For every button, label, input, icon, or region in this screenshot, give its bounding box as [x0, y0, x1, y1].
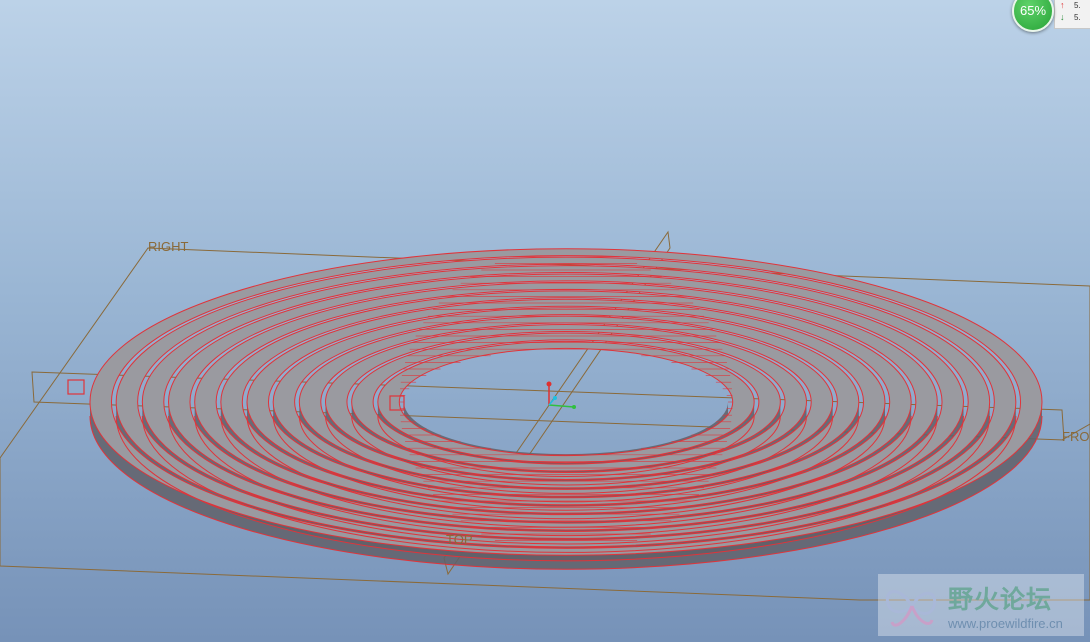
watermark-title: 野火论坛 — [948, 585, 1053, 614]
coil-start-cap — [67, 379, 85, 395]
coil-top-faces — [90, 248, 1042, 556]
arrow-down-icon: ↓ — [1060, 12, 1065, 22]
3d-viewport[interactable]: RIGHT FRO TOP ↑ ↓ 5. 5. 65% 野火论坛 www.pro… — [0, 0, 1090, 642]
forum-watermark: 野火论坛 www.proewildfire.cn — [878, 574, 1084, 636]
watermark-url: www.proewildfire.cn — [948, 616, 1063, 631]
right-plane-label: RIGHT — [148, 239, 189, 254]
arrow-up-icon: ↑ — [1060, 0, 1065, 10]
upload-rate: 5. — [1074, 1, 1081, 10]
spiral-coil-model[interactable] — [89, 248, 1043, 570]
coordinate-triad-icon — [546, 381, 576, 409]
network-speed-meter[interactable]: ↑ ↓ 5. 5. 65% — [1006, 0, 1090, 34]
memory-percent-badge[interactable]: 65% — [1012, 0, 1054, 32]
model-scene[interactable]: RIGHT FRO TOP — [0, 0, 1090, 642]
front-plane-label: FRO — [1062, 429, 1089, 444]
butterfly-logo-icon — [885, 590, 937, 627]
top-plane-label: TOP — [446, 532, 473, 547]
download-rate: 5. — [1074, 13, 1081, 22]
